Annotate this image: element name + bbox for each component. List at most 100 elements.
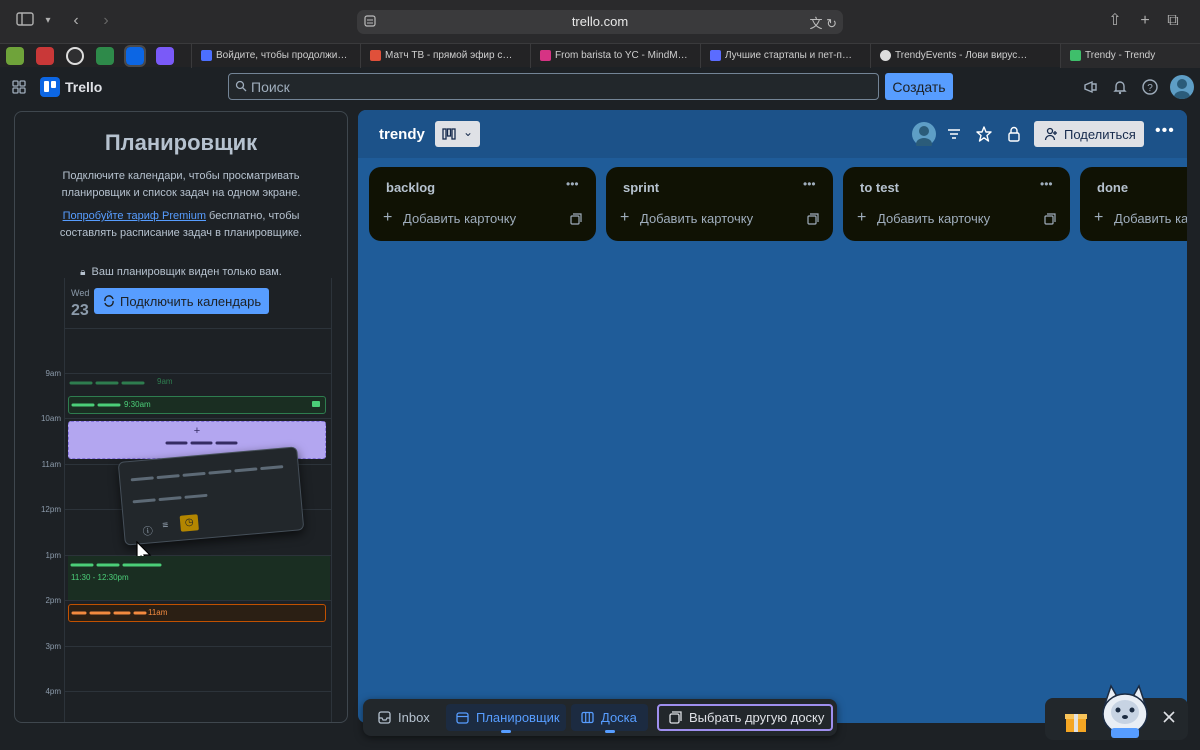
tab-favicon-icon [710,50,721,61]
switch-board-icon [669,711,682,724]
add-person-icon [1044,127,1057,141]
pinned-tab[interactable] [66,47,84,65]
calendar-date: 23 [71,302,89,319]
reload-icon[interactable]: ↻ [826,16,837,31]
calendar-event: 9am [69,377,173,386]
pinned-tab[interactable] [36,47,54,65]
list-title[interactable]: done [1097,180,1128,195]
share-icon[interactable]: ⇧ [1105,11,1125,31]
pinned-tab[interactable] [96,47,114,65]
calendar-day: Wed [71,288,90,298]
star-icon[interactable] [975,125,993,143]
board-canvas: trendy ⌄ Поделиться ••• backlog ••• + Доб… [358,110,1187,723]
more-icon[interactable]: ••• [1155,122,1175,140]
tab-favicon-icon [540,50,551,61]
card-template-icon[interactable] [570,213,582,225]
inbox-icon [378,711,391,724]
create-button[interactable]: Создать [885,73,953,100]
tab-overview-icon[interactable]: ⧉ [1163,11,1183,31]
browser-tab[interactable]: From barista to YC - MindM… [530,44,690,68]
list-menu-icon[interactable]: ••• [1040,177,1056,193]
lock-icon[interactable] [1005,125,1023,143]
list-backlog[interactable]: backlog ••• + Добавить карточку [369,167,596,241]
premium-link[interactable]: Попробуйте тариф Premium [63,210,206,222]
chevron-down-icon[interactable]: ▾ [38,11,58,31]
board-view-switcher[interactable]: ⌄ [435,121,480,147]
lock-icon: 🔒︎ [80,267,86,278]
switcher-inbox[interactable]: Inbox [368,704,442,731]
user-avatar[interactable] [1170,75,1194,99]
close-icon[interactable] [1162,710,1176,724]
board-title[interactable]: trendy [379,126,425,143]
calendar-preview: Wed 23 9am 10am 11am 12pm 1pm 2pm 3pm 4p… [41,278,332,722]
dragged-card: ⓘ ≡ ◷ [117,446,305,546]
list-sprint[interactable]: sprint ••• + Добавить карточку [606,167,833,241]
info-icon: ⓘ [142,526,154,539]
list-menu-icon[interactable]: ••• [566,177,582,193]
hour-label: 3pm [45,642,61,651]
browser-tab[interactable]: TrendyEvents - Лови вирус… [870,44,1030,68]
board-header: trendy ⌄ Поделиться ••• [358,110,1187,158]
app-switcher-icon[interactable] [12,80,26,94]
search-input[interactable] [251,77,851,97]
add-card-button[interactable]: +Добавить карточку [1094,209,1187,227]
plus-icon: + [857,209,867,226]
connect-calendar-button[interactable]: Подключить календарь [94,288,269,314]
clock-icon: ◷ [179,514,199,532]
switcher-board[interactable]: Доска [571,704,648,733]
browser-tab-active[interactable]: Trendy - Trendy [1060,44,1200,68]
planner-title: Планировщик [104,130,258,155]
forward-icon[interactable]: › [96,11,116,31]
calendar-icon [456,712,469,724]
plus-icon: + [193,425,201,437]
list-done[interactable]: done ••• +Добавить карточку [1080,167,1187,241]
megaphone-icon[interactable] [1082,78,1100,96]
switcher-planner[interactable]: Планировщик [446,704,566,733]
description-icon: ≡ [161,519,169,532]
card-template-icon[interactable] [1044,213,1056,225]
back-icon[interactable]: ‹ [66,11,86,31]
plus-icon: + [1094,209,1104,226]
gift-icon [1065,714,1087,732]
svg-text:?: ? [1147,83,1153,94]
search-box[interactable] [228,73,879,100]
board-icon [581,711,594,724]
pinned-tab[interactable] [156,47,174,65]
chevron-down-icon: ⌄ [463,125,474,139]
list-menu-icon[interactable]: ••• [803,177,819,193]
tab-bar: Войдите, чтобы продолжи… Матч ТВ - прямо… [0,43,1200,68]
browser-tab[interactable]: Матч ТВ - прямой эфир с… [360,44,520,68]
filter-icon[interactable] [945,125,963,143]
list-title[interactable]: to test [860,180,899,195]
sidebar-toggle-icon[interactable] [15,11,35,31]
hour-label: 10am [40,414,61,423]
member-avatar[interactable] [912,122,936,150]
privacy-note: 🔒︎ Ваш планировщик виден только вам. [80,266,282,278]
trello-logo-icon[interactable] [40,77,60,97]
new-tab-icon[interactable]: + [1135,11,1155,31]
hour-label: 9am [45,369,61,378]
planner-description: Подключите календари, чтобы просматриват… [61,170,301,199]
planner-panel: Планировщик Подключите календари, чтобы … [14,111,348,723]
add-card-button[interactable]: +Добавить карточку [857,209,990,227]
share-button[interactable]: Поделиться [1034,121,1144,147]
address-bar[interactable]: trello.com 文 ↻ [357,10,843,34]
logo-text[interactable]: Trello [65,79,102,95]
url-text: trello.com [571,14,629,29]
pinned-tab-trello[interactable] [124,45,146,67]
card-template-icon[interactable] [807,213,819,225]
list-title[interactable]: backlog [386,180,435,195]
translate-icon[interactable]: 文 [809,16,822,31]
list-title[interactable]: sprint [623,180,659,195]
browser-tab[interactable]: Войдите, чтобы продолжи… [191,44,350,68]
list-to-test[interactable]: to test ••• + Добавить карточку [843,167,1070,241]
sync-icon [104,295,114,307]
notifications-bell-icon[interactable] [1111,78,1129,96]
choose-board-button[interactable]: Выбрать другую доску [657,704,833,731]
promo-banner[interactable] [1045,684,1188,740]
add-card-button[interactable]: +Добавить карточку [620,210,753,227]
add-card-button[interactable]: +Добавить карточку [383,210,516,227]
browser-tab[interactable]: Лучшие стартапы и пет-п… [700,44,860,68]
pinned-tab[interactable] [6,47,24,65]
help-icon[interactable]: ? [1141,78,1159,96]
